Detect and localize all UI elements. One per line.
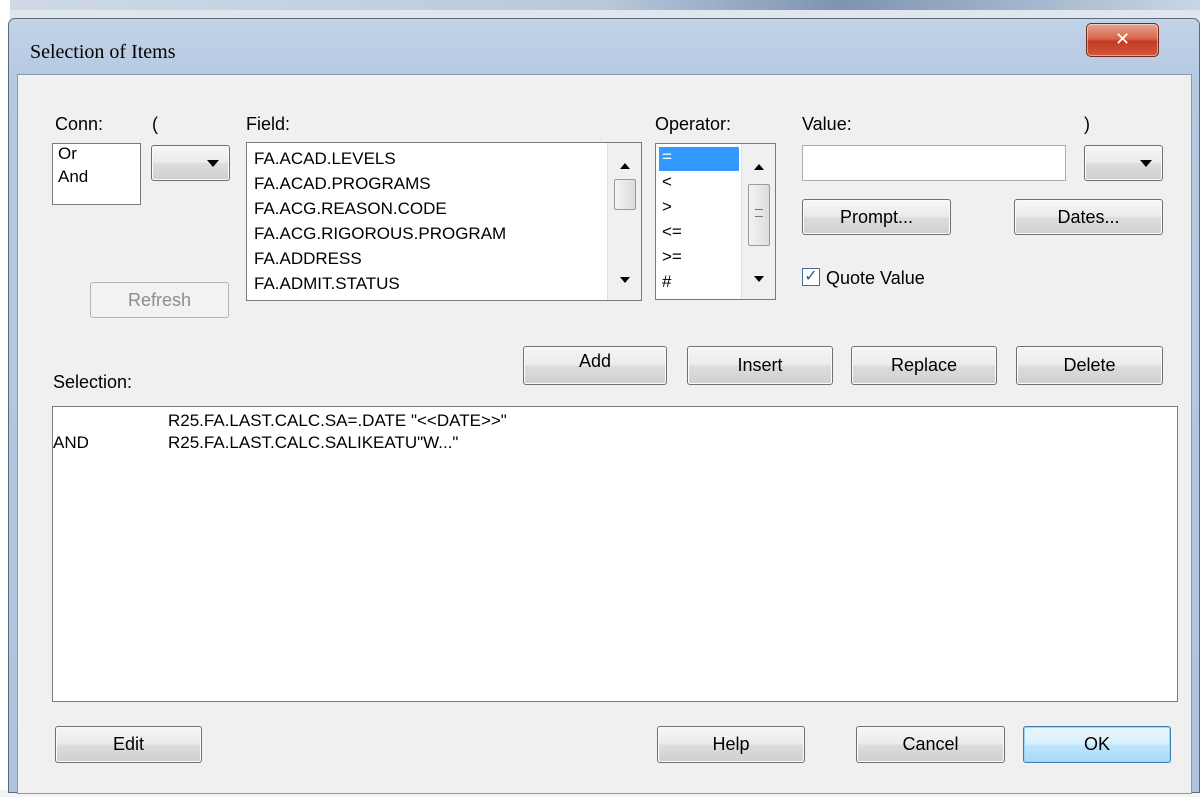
chevron-down-icon (1140, 160, 1152, 167)
scroll-down-icon[interactable] (754, 276, 764, 282)
list-item[interactable]: >= (662, 244, 682, 269)
operator-list[interactable]: = < > <= >= # (655, 143, 776, 300)
conn-label: Conn: (55, 114, 104, 134)
list-item[interactable]: <= (662, 219, 682, 244)
field-list[interactable]: FA.ACAD.LEVELS FA.ACAD.PROGRAMS FA.ACG.R… (246, 142, 642, 301)
operator-scroll-thumb[interactable] (748, 184, 770, 246)
open-paren-dropdown[interactable] (151, 145, 230, 181)
close-paren-dropdown[interactable] (1084, 145, 1163, 181)
close-button[interactable]: ✕ (1086, 23, 1159, 57)
replace-button[interactable]: Replace (851, 346, 997, 385)
close-paren-label: ) (1084, 114, 1090, 134)
conn-item-and[interactable]: And (58, 165, 88, 188)
list-item[interactable]: FA.ADMIT.STATUS (254, 271, 400, 296)
dialog-client-area: Conn: Or And ( Field: FA.ACAD.LEVELS FA.… (17, 74, 1192, 794)
selection-row-1-expr: R25.FA.LAST.CALC.SA=.DATE "<<DATE>>" (168, 411, 507, 430)
field-scrollbar[interactable] (607, 143, 641, 300)
cancel-button[interactable]: Cancel (856, 726, 1005, 763)
conn-list[interactable]: Or And (52, 143, 141, 205)
quote-value-checkbox[interactable]: ✓ (802, 268, 820, 286)
dialog-title: Selection of Items (30, 41, 176, 63)
list-item[interactable]: FA.ACAD.PROGRAMS (254, 171, 431, 196)
list-item[interactable]: FA.ADDRESS (254, 246, 362, 271)
field-label: Field: (246, 114, 291, 134)
insert-button[interactable]: Insert (687, 346, 833, 385)
quote-value-label: Quote Value (826, 268, 925, 288)
operator-scrollbar[interactable] (741, 144, 775, 299)
ok-button[interactable]: OK (1023, 726, 1171, 763)
value-input[interactable] (802, 145, 1066, 181)
selection-row-2-expr: R25.FA.LAST.CALC.SALIKEATU"W..." (168, 433, 459, 452)
value-label: Value: (802, 114, 852, 134)
list-item[interactable]: > (662, 194, 672, 219)
list-item[interactable]: FA.ACAD.LEVELS (254, 146, 396, 171)
list-item[interactable]: # (662, 269, 671, 294)
list-item[interactable]: = (662, 144, 672, 169)
field-scroll-thumb[interactable] (614, 179, 636, 210)
background-window-strip (0, 0, 1200, 10)
selection-label: Selection: (53, 372, 133, 392)
selection-row-2-conn: AND (53, 433, 89, 452)
operator-label: Operator: (655, 114, 732, 134)
chevron-down-icon (207, 160, 219, 167)
scroll-up-icon[interactable] (754, 164, 764, 170)
selection-textarea[interactable]: R25.FA.LAST.CALC.SA=.DATE "<<DATE>>" AND… (52, 406, 1178, 702)
selection-dialog: Selection of Items ✕ Conn: Or And ( Fiel… (8, 18, 1200, 794)
dates-button[interactable]: Dates... (1014, 199, 1163, 235)
conn-item-or[interactable]: Or (58, 142, 77, 165)
scroll-up-icon[interactable] (620, 163, 630, 169)
list-item[interactable]: < (662, 169, 672, 194)
edit-button[interactable]: Edit (55, 726, 202, 763)
close-icon: ✕ (1114, 29, 1131, 49)
grip-icon (755, 209, 763, 217)
refresh-button[interactable]: Refresh (90, 282, 229, 318)
open-paren-label: ( (152, 114, 158, 134)
help-button[interactable]: Help (657, 726, 805, 763)
add-button[interactable]: Add (523, 346, 667, 385)
scroll-down-icon[interactable] (620, 277, 630, 283)
delete-button[interactable]: Delete (1016, 346, 1163, 385)
title-bar[interactable]: Selection of Items ✕ (9, 19, 1199, 73)
prompt-button[interactable]: Prompt... (802, 199, 951, 235)
list-item[interactable]: FA.ACG.RIGOROUS.PROGRAM (254, 221, 506, 246)
list-item[interactable]: FA.ACG.REASON.CODE (254, 196, 447, 221)
